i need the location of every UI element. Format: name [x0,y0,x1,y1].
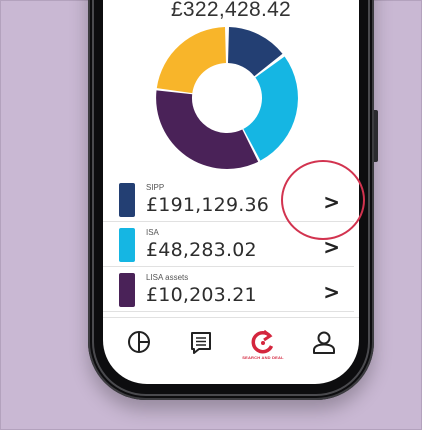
account-color-swatch [119,228,135,262]
bottom-tab-bar: SEARCH AND DEAL [103,317,359,366]
phone-side-button [374,110,378,162]
user-icon [313,331,335,354]
account-name: ISA [146,228,159,237]
tab-label: SEARCH AND DEAL [242,355,284,360]
message-icon [191,332,211,354]
tab-messages[interactable] [186,329,216,359]
chevron-right-icon[interactable]: > [323,280,340,304]
portfolio-total: £322,428.42 [170,0,292,21]
account-amount: £48,283.02 [146,239,257,261]
tab-portfolio[interactable] [124,329,154,359]
account-row-lisa[interactable]: LISA assets £10,203.21 > [103,267,354,312]
account-color-swatch [119,273,135,307]
account-amount: £10,203.21 [146,284,257,306]
tab-search-and-deal[interactable]: SEARCH AND DEAL [242,329,284,360]
account-name: LISA assets [146,273,189,282]
account-name: SIPP [146,183,165,192]
donut-segment-lisa [156,90,259,169]
portfolio-donut-chart[interactable] [152,23,302,173]
tab-account[interactable] [309,329,339,359]
account-amount: £191,129.36 [146,194,270,216]
donut-segment-yellow [156,27,226,94]
account-color-swatch [119,183,135,217]
highlight-annotation-circle [281,160,365,240]
pie-chart-icon [128,331,150,353]
